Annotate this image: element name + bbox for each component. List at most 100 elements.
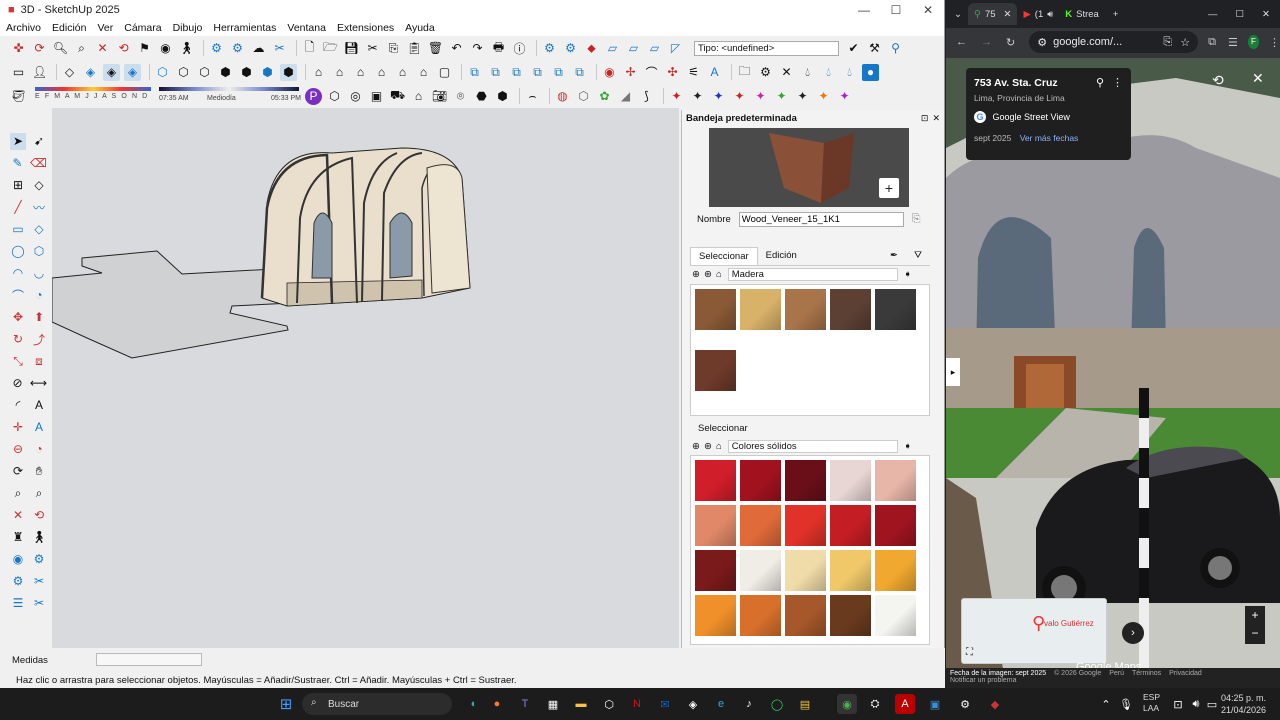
store-icon[interactable]: ▦ (543, 694, 563, 714)
axis-green-icon[interactable]: ✦ (773, 88, 790, 105)
back-view-icon[interactable]: ⬢ (238, 64, 255, 81)
start-button[interactable]: ⊞ (276, 694, 296, 714)
new-tab-icon[interactable]: + (1113, 9, 1119, 20)
menu-edicion[interactable]: Edición (52, 22, 86, 34)
copy-icon[interactable]: ⎘ (385, 40, 402, 57)
rotated-rect-icon[interactable]: ◇ (31, 221, 47, 238)
scenes-icon[interactable]: ✂ (271, 40, 288, 57)
house-icon-6[interactable]: ⌂ (415, 64, 432, 81)
settings-icon[interactable]: ⚙ (757, 64, 774, 81)
share-icon[interactable]: ⟲ (1212, 72, 1224, 89)
paint-material-icon[interactable]: ⛛ (906, 247, 930, 265)
app-icon-1[interactable]: ⬡ (599, 694, 619, 714)
language-indicator[interactable]: ESP LAA (1143, 692, 1160, 714)
camera-icon-7[interactable]: ⬢ (494, 88, 511, 105)
followme-icon[interactable]: ⤴ (31, 331, 47, 348)
position-camera-icon[interactable]: ⚑ (136, 40, 153, 57)
style-e-icon[interactable]: ⚟ (685, 64, 702, 81)
components-tool-icon[interactable]: ⚙ (10, 573, 26, 590)
back-edges-icon[interactable]: ◈ (82, 64, 99, 81)
camera-icon-2[interactable]: ⛟ (389, 88, 406, 105)
sandbox-tool-icon[interactable]: ⚙ (31, 551, 47, 568)
hidden-icons-icon[interactable]: ⌃ (1096, 694, 1116, 714)
scale-icon[interactable]: ⤡ (10, 353, 26, 370)
wood-swatch-2[interactable] (740, 289, 781, 330)
left-view-icon[interactable]: ⬢ (259, 64, 276, 81)
tab-edicion[interactable]: Edición (758, 247, 805, 265)
print-icon[interactable]: 🖶 (490, 40, 507, 57)
eyedropper-icon[interactable]: ✒ (882, 247, 906, 265)
network-icon[interactable]: ⊡ (1168, 694, 1188, 714)
next-collection-icon[interactable]: ➧ (904, 269, 912, 280)
iso-view-icon[interactable]: ⬡ (154, 64, 171, 81)
xray-icon[interactable]: ◇ (61, 64, 78, 81)
house-icon-3[interactable]: ⌂ (352, 64, 369, 81)
open-file-icon[interactable]: 🗁 (322, 40, 339, 57)
type-field[interactable]: Tipo: <undefined> (694, 40, 839, 56)
map-icon[interactable]: ⚙ (541, 40, 558, 57)
tab-seleccionar[interactable]: Seleccionar (690, 247, 758, 265)
sandbox4-icon[interactable]: ◸ (667, 40, 684, 57)
duplicate-icon[interactable]: ⎘ (912, 213, 921, 226)
line-icon[interactable]: ╱ (10, 199, 26, 216)
axis-dark-icon[interactable]: ✦ (794, 88, 811, 105)
look-icon[interactable]: ◉ (10, 551, 26, 568)
menu-archivo[interactable]: Archivo (6, 22, 41, 34)
whatsapp-icon[interactable]: ◯ (767, 694, 787, 714)
axis-black-icon[interactable]: ✦ (689, 88, 706, 105)
solid-swatch-9[interactable] (830, 505, 871, 546)
profile-avatar[interactable]: F (1247, 35, 1259, 49)
pan-icon[interactable]: ✋︎ (31, 463, 47, 480)
reload-icon[interactable]: ↻ (1006, 36, 1015, 49)
site-info-icon[interactable]: ⚙ (1037, 36, 1047, 49)
axis-red-icon[interactable]: ✦ (668, 88, 685, 105)
style-b-icon[interactable]: ✢ (622, 64, 639, 81)
solid-swatch-18[interactable] (785, 595, 826, 636)
cube-icon[interactable]: ⬡ (326, 88, 343, 105)
app-icon-3[interactable]: ◆ (985, 694, 1005, 714)
axis-red2-icon[interactable]: ✦ (731, 88, 748, 105)
drop-icon-2[interactable]: 💧︎ (820, 64, 837, 81)
house-icon-5[interactable]: ⌂ (394, 64, 411, 81)
mini-map[interactable]: ⚲ valo Gutiérrez ⛶ (961, 598, 1107, 664)
footer-terms[interactable]: Términos (1132, 670, 1161, 677)
details2-icon[interactable]: ⊛ (704, 441, 712, 452)
solid-swatch-14[interactable] (830, 550, 871, 591)
solid-swatch-20[interactable] (875, 595, 916, 636)
layers-icon[interactable]: ☰ (10, 595, 26, 612)
zoom-ext-icon[interactable]: ✕ (10, 507, 26, 524)
pin-icon[interactable]: ⚲ (887, 40, 904, 57)
polygon-icon[interactable]: ⬡ (31, 243, 47, 260)
solid-swatch-1[interactable] (695, 460, 736, 501)
page-icon[interactable]: ▭ (10, 64, 27, 81)
menu-extensiones[interactable]: Extensiones (337, 22, 394, 34)
solid-swatch-11[interactable] (695, 550, 736, 591)
axis-blue-icon[interactable]: ✦ (710, 88, 727, 105)
section-icon[interactable]: ⚙ (562, 40, 579, 57)
drop-icon-4[interactable]: ● (862, 63, 879, 81)
axis-orange-icon[interactable]: ✦ (815, 88, 832, 105)
shadow-month-slider[interactable] (35, 87, 151, 91)
previous-view-icon[interactable]: ⟲ (115, 40, 132, 57)
tab-stream[interactable]: K Strea (1059, 3, 1105, 25)
undo-icon[interactable]: ↶ (448, 40, 465, 57)
wood-swatch-5[interactable] (875, 289, 916, 330)
collection-dropdown-1[interactable]: Madera (727, 267, 898, 281)
circle-tool-icon[interactable]: ◯ (10, 243, 26, 260)
position-cam-icon[interactable]: ♜ (10, 529, 26, 546)
prev-view-icon[interactable]: ⟲ (31, 507, 47, 524)
save-icon[interactable]: 💾︎ (343, 40, 360, 57)
solid-swatch-6[interactable] (695, 505, 736, 546)
styles-tool-icon[interactable]: ✂ (31, 595, 47, 612)
walk-icon[interactable]: 🚶︎ (178, 40, 195, 57)
hidden-line-icon[interactable]: ◈ (124, 63, 141, 81)
solid-swatch-4[interactable] (830, 460, 871, 501)
measures-box[interactable] (96, 653, 202, 666)
ext-icon-5[interactable]: ⟆ (638, 88, 655, 105)
taskbar-search[interactable]: ⌕ Buscar (302, 693, 452, 715)
maximize-button[interactable]: ☐ (880, 3, 912, 17)
geo-icon[interactable]: ⬥ (583, 40, 600, 57)
house-icon-7[interactable]: ▢ (436, 64, 453, 81)
axes-icon[interactable]: ✛ (10, 419, 26, 436)
tiktok-icon[interactable]: ♪ (739, 694, 759, 714)
